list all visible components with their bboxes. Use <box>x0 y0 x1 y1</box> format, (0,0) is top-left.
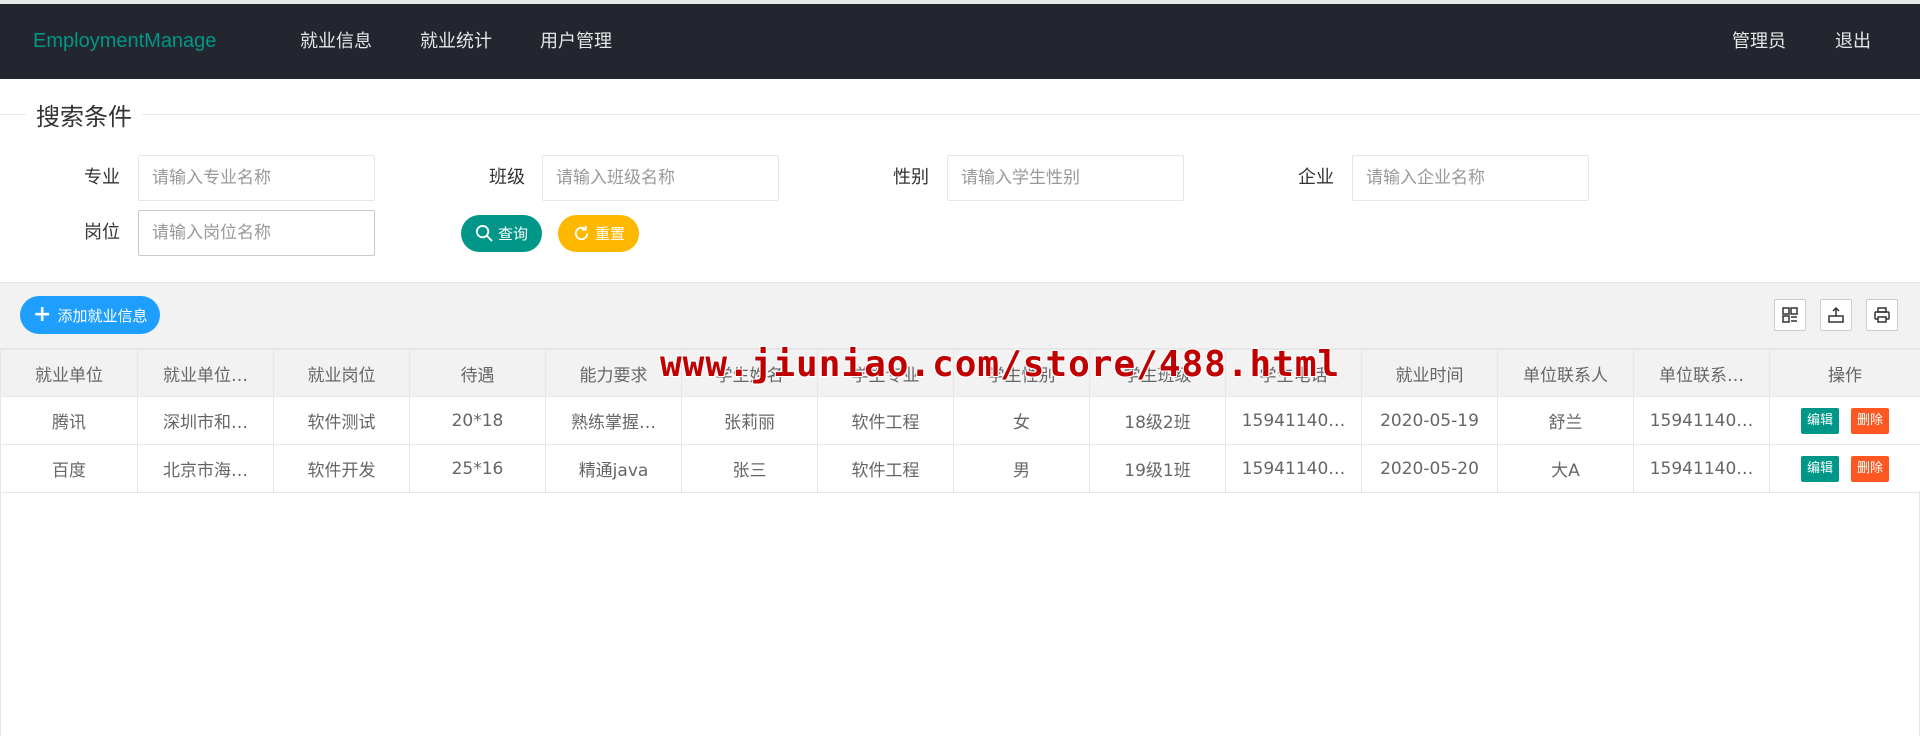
table-row: 百度 北京市海… 软件开发 25*16 精通java 张三 软件工程 男 19级… <box>0 444 1920 493</box>
table-actions-cell: 编辑 删除 <box>1769 396 1920 445</box>
query-button[interactable]: 查询 <box>461 215 543 252</box>
columns-icon <box>1782 307 1798 323</box>
table-cell: 软件测试 <box>273 396 410 445</box>
table-cell: 大A <box>1497 444 1634 493</box>
col-header[interactable]: 待遇 <box>409 349 546 397</box>
table-cell: 百度 <box>0 444 138 493</box>
nav-item-employment-stats[interactable]: 就业统计 <box>420 4 492 79</box>
class-input[interactable] <box>542 155 779 201</box>
delete-button[interactable]: 删除 <box>1851 407 1890 434</box>
col-header[interactable]: 学生性别 <box>953 349 1090 397</box>
class-label: 班级 <box>489 167 525 188</box>
nav-item-user-management[interactable]: 用户管理 <box>540 4 612 79</box>
nav-item-employment-info[interactable]: 就业信息 <box>300 4 372 79</box>
col-header[interactable]: 单位联系… <box>1633 349 1770 397</box>
table-cell: 北京市海… <box>137 444 274 493</box>
table-cell: 2020-05-19 <box>1361 396 1498 445</box>
company-label: 企业 <box>1298 167 1334 188</box>
col-header: 操作 <box>1769 349 1920 397</box>
table-cell: 18级2班 <box>1089 396 1226 445</box>
table-cell: 张莉丽 <box>681 396 818 445</box>
gender-label: 性别 <box>893 167 929 188</box>
position-input[interactable] <box>138 210 375 256</box>
table-row: 腾讯 深圳市和… 软件测试 20*18 熟练掌握… 张莉丽 软件工程 女 18级… <box>0 396 1920 445</box>
export-button[interactable] <box>1820 299 1852 331</box>
add-employment-button[interactable]: + 添加就业信息 <box>20 296 161 334</box>
col-header[interactable]: 就业岗位 <box>273 349 410 397</box>
search-icon <box>475 224 493 242</box>
table-cell: 软件工程 <box>817 396 954 445</box>
col-header[interactable]: 学生专业 <box>817 349 954 397</box>
top-navbar: EmploymentManage 就业信息 就业统计 用户管理 管理员 退出 <box>0 4 1920 79</box>
col-header[interactable]: 就业时间 <box>1361 349 1498 397</box>
table-cell: 深圳市和… <box>137 396 274 445</box>
columns-filter-button[interactable] <box>1774 299 1806 331</box>
table-body-left-border <box>0 491 1 736</box>
table-cell: 19级1班 <box>1089 444 1226 493</box>
search-legend: 搜索条件 <box>26 97 142 132</box>
nav-admin[interactable]: 管理员 <box>1732 4 1786 79</box>
edit-button[interactable]: 编辑 <box>1800 407 1839 434</box>
table-cell: 2020-05-20 <box>1361 444 1498 493</box>
table-cell: 张三 <box>681 444 818 493</box>
delete-button[interactable]: 删除 <box>1851 455 1890 482</box>
print-icon <box>1874 307 1890 323</box>
fieldset-divider <box>0 114 1920 115</box>
gender-input[interactable] <box>947 155 1184 201</box>
table-actions-cell: 编辑 删除 <box>1769 444 1920 493</box>
table-cell: 软件工程 <box>817 444 954 493</box>
company-input[interactable] <box>1352 155 1589 201</box>
table-cell: 舒兰 <box>1497 396 1634 445</box>
col-header[interactable]: 学生班级 <box>1089 349 1226 397</box>
col-header[interactable]: 单位联系人 <box>1497 349 1634 397</box>
table-cell: 20*18 <box>409 396 546 445</box>
col-header[interactable]: 学生电话 <box>1225 349 1362 397</box>
table-cell: 15941140… <box>1225 444 1362 493</box>
table-cell: 15941140… <box>1633 444 1770 493</box>
position-label: 岗位 <box>84 222 120 243</box>
table-cell: 15941140… <box>1633 396 1770 445</box>
col-header[interactable]: 学生姓名 <box>681 349 818 397</box>
add-employment-label: 添加就业信息 <box>57 306 148 325</box>
col-header[interactable]: 能力要求 <box>545 349 682 397</box>
table-header-row: 就业单位 就业单位… 就业岗位 待遇 能力要求 学生姓名 学生专业 学生性别 学… <box>0 349 1920 397</box>
print-button[interactable] <box>1866 299 1898 331</box>
table-cell: 腾讯 <box>0 396 138 445</box>
table-cell: 熟练掌握… <box>545 396 682 445</box>
major-input[interactable] <box>138 155 375 201</box>
employment-table: 就业单位 就业单位… 就业岗位 待遇 能力要求 学生姓名 学生专业 学生性别 学… <box>0 349 1920 493</box>
brand-logo[interactable]: EmploymentManage <box>33 4 216 79</box>
col-header[interactable]: 就业单位… <box>137 349 274 397</box>
table-toolbar: + 添加就业信息 <box>0 282 1920 349</box>
nav-logout[interactable]: 退出 <box>1835 4 1871 79</box>
plus-icon: + <box>33 302 52 327</box>
table-cell: 精通java <box>545 444 682 493</box>
col-header[interactable]: 就业单位 <box>0 349 138 397</box>
table-cell: 男 <box>953 444 1090 493</box>
table-cell: 15941140… <box>1225 396 1362 445</box>
table-cell: 软件开发 <box>273 444 410 493</box>
table-cell: 25*16 <box>409 444 546 493</box>
export-icon <box>1828 306 1844 323</box>
table-cell: 女 <box>953 396 1090 445</box>
reset-button[interactable]: 重置 <box>558 215 640 252</box>
query-button-label: 查询 <box>498 225 529 243</box>
refresh-icon <box>574 225 589 241</box>
major-label: 专业 <box>84 167 120 188</box>
reset-button-label: 重置 <box>595 225 626 243</box>
edit-button[interactable]: 编辑 <box>1800 455 1839 482</box>
